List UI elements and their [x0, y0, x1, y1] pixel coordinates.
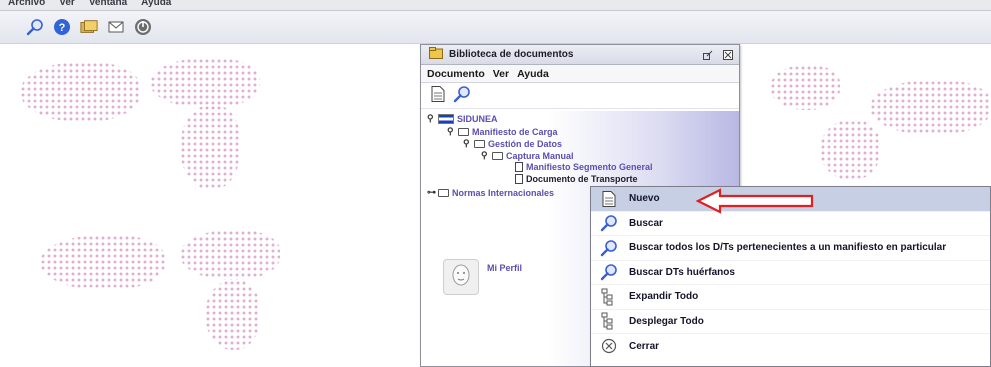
- window-titlebar[interactable]: Biblioteca de documentos: [421, 45, 739, 65]
- folders-icon[interactable]: [80, 18, 98, 36]
- world-map-decoration: [820, 120, 880, 180]
- menu-ver[interactable]: Ver: [59, 0, 75, 10]
- folder-icon: [492, 151, 503, 160]
- power-icon[interactable]: [134, 18, 152, 36]
- help-icon[interactable]: ?: [53, 18, 71, 36]
- flag-icon: [438, 113, 454, 124]
- world-map-decoration: [870, 80, 991, 135]
- tree-node-manifiesto[interactable]: ⚲ Manifiesto de Carga: [447, 126, 558, 137]
- menu-archivo[interactable]: Archivo: [8, 0, 45, 10]
- folder-icon: [438, 188, 449, 197]
- world-map-decoration: [180, 105, 240, 190]
- expand-tree-icon: [599, 288, 619, 306]
- folder-icon: [458, 127, 469, 136]
- expanded-node-icon[interactable]: ⚲: [481, 150, 489, 161]
- world-map-decoration: [40, 235, 165, 290]
- window-title: Biblioteca de documentos: [449, 49, 574, 60]
- document-icon: [515, 162, 523, 172]
- context-item-desplegar[interactable]: Desplegar Todo: [591, 310, 990, 334]
- tree-node-captura[interactable]: ⚲ Captura Manual: [481, 150, 574, 161]
- context-item-label: Buscar DTs huérfanos: [629, 266, 735, 278]
- tree-node-segmento[interactable]: Manifiesto Segmento General: [515, 162, 653, 172]
- search-icon: [599, 214, 619, 232]
- avatar[interactable]: [443, 259, 479, 295]
- context-item-label: Cerrar: [629, 340, 660, 352]
- search-icon: [599, 239, 619, 257]
- folder-icon: [474, 139, 485, 148]
- main-toolbar: ?: [0, 11, 991, 44]
- context-item-buscar-todos[interactable]: Buscar todos los D/Ts pertenecientes a u…: [591, 236, 990, 261]
- tree-node-gestion[interactable]: ⚲ Gestión de Datos: [463, 138, 562, 149]
- collapse-tree-icon: [599, 312, 619, 330]
- context-item-expandir[interactable]: Expandir Todo: [591, 285, 990, 310]
- context-item-buscar[interactable]: Buscar: [591, 212, 990, 236]
- expanded-node-icon[interactable]: ⚲: [463, 138, 471, 149]
- context-item-label: Expandir Todo: [629, 291, 699, 303]
- expanded-node-icon[interactable]: ⚲: [427, 113, 435, 124]
- world-map-decoration: [180, 230, 280, 280]
- world-map-decoration: [205, 280, 260, 350]
- context-item-label: Buscar: [629, 217, 663, 229]
- library-icon: [429, 47, 443, 62]
- world-map-decoration: [770, 65, 840, 110]
- context-item-label: Nuevo: [629, 193, 660, 205]
- mail-icon[interactable]: [107, 18, 125, 36]
- context-item-cerrar[interactable]: Cerrar: [591, 334, 990, 359]
- new-document-icon: [599, 190, 619, 208]
- context-item-buscar-huerfanos[interactable]: Buscar DTs huérfanos: [591, 261, 990, 285]
- menu-ayuda[interactable]: Ayuda: [517, 68, 549, 80]
- search-icon[interactable]: [26, 18, 44, 36]
- tree-node-normas[interactable]: ⊶ Normas Internacionales: [427, 187, 554, 198]
- detach-icon[interactable]: [703, 50, 713, 60]
- collapsed-node-icon[interactable]: ⊶: [427, 187, 436, 198]
- new-document-icon[interactable]: [431, 86, 445, 105]
- context-item-label: Desplegar Todo: [629, 315, 704, 327]
- context-item-label: Buscar todos los D/Ts pertenecientes a u…: [629, 242, 947, 254]
- world-map-decoration: [20, 62, 140, 122]
- svg-text:?: ?: [59, 22, 66, 34]
- menu-documento[interactable]: Documento: [427, 68, 485, 80]
- menu-ayuda[interactable]: Ayuda: [141, 0, 171, 10]
- close-icon[interactable]: [723, 49, 733, 60]
- tree-node-sidunea[interactable]: ⚲ SIDUNEA: [427, 113, 498, 124]
- expanded-node-icon[interactable]: ⚲: [447, 126, 455, 137]
- tree-node-perfil[interactable]: Mi Perfil: [487, 263, 522, 273]
- search-icon[interactable]: [453, 85, 471, 106]
- tree-node-documento[interactable]: Documento de Transporte: [515, 174, 638, 184]
- world-map-decoration: [150, 58, 260, 108]
- close-circle-icon: [599, 337, 619, 355]
- menu-ventana[interactable]: Ventana: [89, 0, 127, 10]
- document-icon: [515, 174, 523, 184]
- main-menubar: Archivo Ver Ventana Ayuda: [0, 0, 991, 11]
- window-menubar: Documento Ver Ayuda: [421, 65, 739, 83]
- menu-ver[interactable]: Ver: [493, 68, 509, 80]
- search-icon: [599, 263, 619, 281]
- window-toolbar: [421, 83, 739, 109]
- red-arrow-annotation: [696, 188, 814, 214]
